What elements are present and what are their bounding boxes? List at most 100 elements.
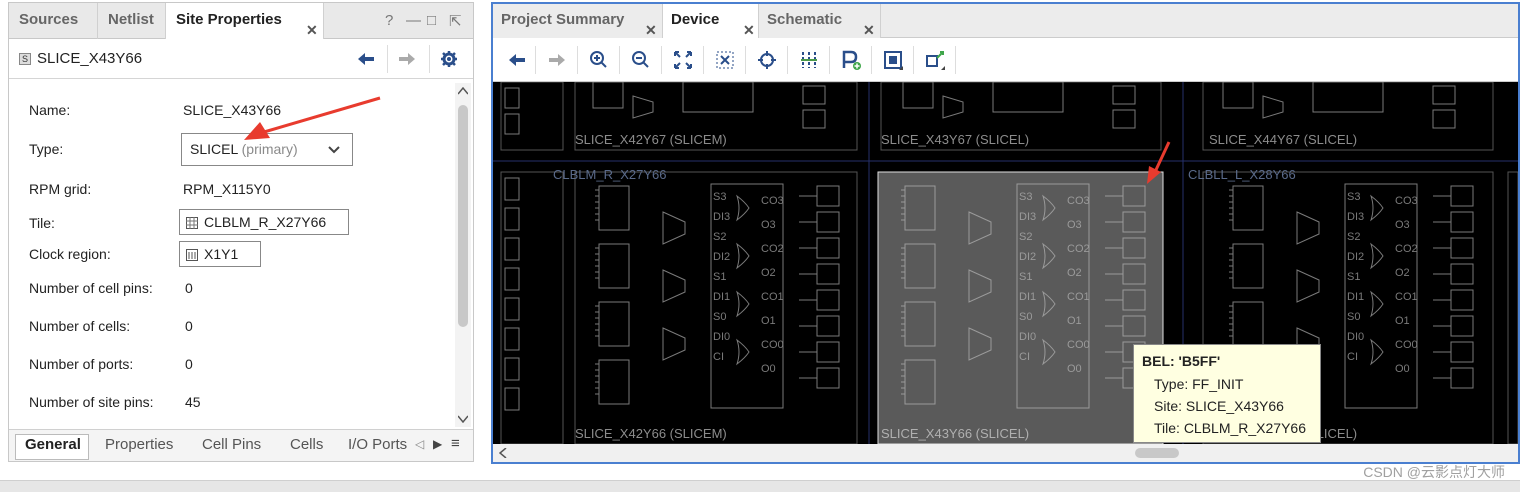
toolbar-divider — [913, 46, 914, 74]
forward-icon[interactable] — [399, 53, 415, 65]
zoom-in-icon[interactable] — [587, 48, 611, 72]
flip-flop — [816, 289, 840, 311]
tooltip-site: Site: SLICE_X43Y66 — [1154, 398, 1284, 414]
tab-project-summary-label: Project Summary — [501, 11, 625, 28]
tile-link[interactable]: CLBLM_R_X27Y66 — [179, 209, 349, 235]
name-label: Name: — [29, 102, 71, 118]
toolbar-divider — [619, 46, 620, 74]
vertical-scrollbar[interactable] — [455, 83, 471, 427]
bottom-panel-strip — [0, 480, 1520, 492]
tab-scroll-right-icon[interactable]: ▶ — [433, 437, 442, 451]
maximize-icon[interactable]: □ — [427, 12, 436, 29]
forward-icon[interactable] — [545, 48, 569, 72]
carry-pin-label: DI2 — [713, 251, 730, 263]
tab-netlist[interactable]: Netlist — [98, 3, 166, 39]
flip-flop — [802, 85, 826, 105]
carry-out-label: O1 — [1395, 315, 1410, 327]
carry-out-label: CO2 — [1067, 243, 1090, 255]
carry-pin-label: S1 — [713, 271, 726, 283]
xor-gate — [1370, 338, 1384, 366]
carry-pin-label: S3 — [1019, 191, 1032, 203]
carry-out-label: O2 — [761, 267, 776, 279]
tab-properties[interactable]: Properties — [105, 436, 173, 453]
type-value: SLICEL — [190, 141, 238, 157]
flip-flop — [816, 341, 840, 363]
place-icon[interactable] — [881, 48, 905, 72]
carry-out-label: O3 — [1067, 219, 1082, 231]
carry-out-label: CO0 — [1067, 339, 1090, 351]
mux-shape — [662, 327, 686, 361]
partial-block — [504, 113, 520, 135]
tab-general[interactable]: General — [25, 436, 81, 453]
tab-cells[interactable]: Cells — [290, 436, 323, 453]
lut-block — [598, 243, 630, 289]
partial-block — [504, 297, 520, 321]
device-canvas[interactable]: S3 DI3 S2 DI2 S1 DI1 S0 DI0 CI CO3 O3 CO2 O2 CO1 O1 CO0… — [493, 82, 1518, 444]
properties-list: Name: SLICE_X43Y66 Type: SLICEL (primary… — [9, 80, 453, 430]
back-icon[interactable] — [358, 53, 374, 65]
carry-out-label: CO2 — [761, 243, 784, 255]
carry-pin-label: DI1 — [1347, 291, 1364, 303]
bottom-tab-bar: General Properties Cell Pins Cells I/O P… — [9, 429, 473, 461]
back-icon[interactable] — [505, 48, 529, 72]
tab-menu-icon[interactable]: ≡ — [451, 435, 460, 452]
tab-sources[interactable]: Sources — [9, 3, 98, 39]
scroll-up-icon[interactable] — [458, 87, 468, 95]
tab-site-properties[interactable]: Site Properties ✕ — [166, 3, 324, 40]
zoom-fit-icon[interactable] — [671, 48, 695, 72]
tab-device[interactable]: Device ✕ — [663, 4, 759, 38]
carry-pin-label: DI1 — [713, 291, 730, 303]
carry-out-label: CO1 — [1395, 291, 1418, 303]
toolbar-divider — [661, 46, 662, 74]
rpm-label: RPM grid: — [29, 181, 92, 197]
carry-out-label: O3 — [761, 219, 776, 231]
scroll-thumb[interactable] — [458, 105, 468, 327]
scroll-thumb[interactable] — [1135, 448, 1179, 458]
carry-pin-label: DI2 — [1347, 251, 1364, 263]
scroll-left-icon[interactable] — [499, 448, 507, 458]
tab-project-summary[interactable]: Project Summary ✕ — [493, 4, 663, 38]
tab-cell-pins[interactable]: Cell Pins — [202, 436, 261, 453]
tab-io-ports[interactable]: I/O Ports — [348, 436, 407, 453]
horizontal-scrollbar[interactable] — [493, 444, 1518, 462]
tab-schematic[interactable]: Schematic ✕ — [759, 4, 881, 38]
carry-out-label: O1 — [1067, 315, 1082, 327]
slice-label: SLICE_X42Y66 (SLICEM) — [575, 426, 727, 441]
carry-out-label: O0 — [761, 363, 776, 375]
flip-flop — [816, 185, 840, 207]
minimize-icon[interactable]: — — [406, 12, 421, 29]
clock-region-link[interactable]: X1Y1 — [179, 241, 261, 267]
flip-flop — [1432, 109, 1456, 129]
zoom-out-icon[interactable] — [629, 48, 653, 72]
carry-out-label: CO3 — [1395, 195, 1418, 207]
carry-pin-label: S2 — [1019, 231, 1032, 243]
xor-gate — [736, 290, 750, 318]
help-icon[interactable]: ? — [385, 12, 393, 29]
carry-block — [992, 82, 1064, 113]
zoom-selection-icon[interactable] — [713, 48, 737, 72]
carry-pin-label: DI1 — [1019, 291, 1036, 303]
auto-fit-icon[interactable] — [755, 48, 779, 72]
tab-device-label: Device — [671, 11, 720, 28]
float-icon[interactable]: ⇱ — [449, 12, 462, 30]
type-label: Type: — [29, 141, 64, 157]
toolbar-divider — [577, 46, 578, 74]
carry-out-label: CO0 — [1395, 339, 1418, 351]
partial-block — [504, 357, 520, 381]
gear-icon[interactable] — [441, 51, 457, 67]
routing-resources-icon[interactable] — [797, 48, 821, 72]
unplace-icon[interactable] — [923, 48, 947, 72]
carry-pin-label: S3 — [1347, 191, 1360, 203]
carry-pin-label: S1 — [1019, 271, 1032, 283]
flip-flop — [1450, 263, 1474, 285]
carry-pin-label: S2 — [1347, 231, 1360, 243]
carry-out-label: O0 — [1395, 363, 1410, 375]
mux-shape — [662, 211, 686, 245]
carry-out-label: O2 — [1395, 267, 1410, 279]
clock-region-label: Clock region: — [29, 246, 111, 262]
scroll-down-icon[interactable] — [458, 415, 468, 423]
tile-value: CLBLM_R_X27Y66 — [204, 214, 327, 230]
tab-scroll-left-icon[interactable]: ◁ — [415, 437, 424, 451]
flip-flop — [816, 315, 840, 337]
add-pblock-icon[interactable] — [839, 48, 863, 72]
